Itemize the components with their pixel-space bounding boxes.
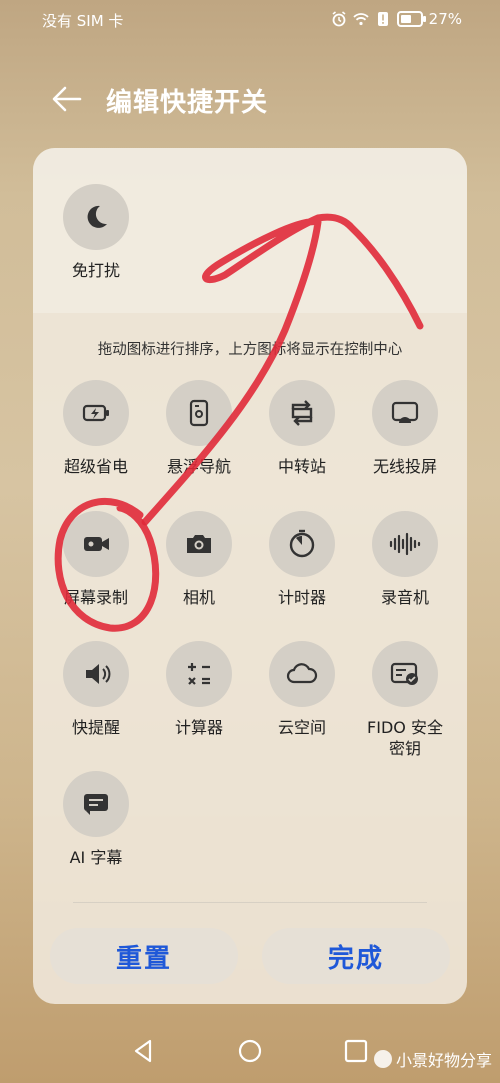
- done-button[interactable]: 完成: [262, 928, 450, 984]
- back-arrow-icon[interactable]: [50, 82, 84, 116]
- reset-button[interactable]: 重置: [50, 928, 238, 984]
- tile-circle: [372, 511, 438, 577]
- reminder-icon: [86, 664, 111, 684]
- tile-cloud-space[interactable]: 云空间: [250, 641, 354, 738]
- tile-label: 免打扰: [71, 261, 120, 280]
- calculator-icon: [188, 663, 210, 685]
- tile-circle: [63, 641, 129, 707]
- tile-circle: [63, 771, 129, 837]
- hint-text: 拖动图标进行排序，上方图标将显示在控制中心: [97, 342, 403, 358]
- nav-home-icon[interactable]: [236, 1037, 264, 1065]
- cloud-icon: [286, 663, 318, 684]
- battery-percent: 27%: [428, 10, 462, 28]
- alarm-icon: [332, 11, 346, 27]
- tile-circle: [166, 380, 232, 446]
- tile-recorder[interactable]: 录音机: [353, 511, 457, 608]
- tile-label: 相机: [182, 588, 215, 607]
- tile-circle: [63, 380, 129, 446]
- cast-icon: [391, 401, 419, 423]
- tile-label: 快提醒: [71, 718, 120, 737]
- tile-label: 计时器: [277, 588, 326, 607]
- carrier-label: 没有 SIM 卡: [42, 12, 124, 30]
- title-bar: 编辑快捷开关: [0, 80, 500, 120]
- tile-circle: [372, 380, 438, 446]
- tile-label: 悬浮导航: [166, 457, 231, 476]
- control-center-section: 免打扰: [33, 148, 467, 313]
- status-icons: 27%: [331, 10, 462, 28]
- security-key-icon: [390, 662, 418, 685]
- tile-circle: [166, 641, 232, 707]
- nav-recents-icon[interactable]: [342, 1037, 370, 1065]
- recorder-icon: [389, 532, 421, 556]
- battery-icon: [396, 11, 426, 27]
- tile-circle: [269, 380, 335, 446]
- tile-circle: [269, 641, 335, 707]
- tile-circle: [372, 641, 438, 707]
- tile-super-power-saving[interactable]: 超级省电: [44, 380, 148, 477]
- status-bar: 没有 SIM 卡 27%: [0, 0, 500, 40]
- tile-label: AI 字幕: [69, 848, 123, 867]
- tile-label: 无线投屏: [372, 457, 437, 476]
- watermark-text: 小景好物分享: [395, 1051, 492, 1070]
- camera-icon: [187, 535, 211, 553]
- tile-label: 屏幕录制: [63, 588, 128, 607]
- moon-icon: [87, 205, 107, 228]
- tile-label: 云空间: [277, 718, 326, 737]
- nav-back-icon[interactable]: [130, 1037, 158, 1065]
- tile-screen-record[interactable]: 屏幕录制: [44, 511, 148, 608]
- shortcut-panel: 免打扰 拖动图标进行排序，上方图标将显示在控制中心 超级省电 悬浮导航 中转站 …: [33, 148, 467, 1004]
- alert-icon: [377, 12, 388, 26]
- tile-transfer-station[interactable]: 中转站: [250, 380, 354, 477]
- tile-calculator[interactable]: 计算器: [147, 641, 251, 738]
- tile-timer[interactable]: 计时器: [250, 511, 354, 608]
- tile-camera[interactable]: 相机: [147, 511, 251, 608]
- tile-circle: [269, 511, 335, 577]
- tile-wireless-projection[interactable]: 无线投屏: [353, 380, 457, 477]
- tile-circle: [63, 511, 129, 577]
- tile-fido-security-key[interactable]: FIDO 安全 密钥: [353, 641, 457, 759]
- tile-label: FIDO 安全 密钥: [367, 718, 443, 758]
- subtitle-icon: [84, 794, 108, 815]
- tile-floating-nav[interactable]: 悬浮导航: [147, 380, 251, 477]
- tile-circle: [63, 184, 129, 250]
- tile-label: 计算器: [174, 718, 223, 737]
- tile-circle: [166, 511, 232, 577]
- tile-label: 录音机: [380, 588, 429, 607]
- page-title: 编辑快捷开关: [106, 88, 269, 118]
- transfer-icon: [291, 400, 313, 426]
- battery-bolt-icon: [82, 404, 109, 422]
- tile-quick-reminder[interactable]: 快提醒: [44, 641, 148, 738]
- tile-ai-subtitle[interactable]: AI 字幕: [44, 771, 148, 868]
- divider: [73, 902, 427, 903]
- watermark-logo-icon: [373, 1050, 392, 1068]
- timer-icon: [289, 529, 315, 558]
- wifi-icon: [353, 13, 369, 26]
- watermark: 小景好物分享: [373, 1047, 492, 1071]
- tile-do-not-disturb[interactable]: 免打扰: [44, 184, 148, 281]
- floating-nav-icon: [189, 399, 209, 427]
- screen-record-icon: [84, 537, 109, 551]
- tile-label: 中转站: [277, 457, 326, 476]
- tile-label: 超级省电: [63, 457, 128, 476]
